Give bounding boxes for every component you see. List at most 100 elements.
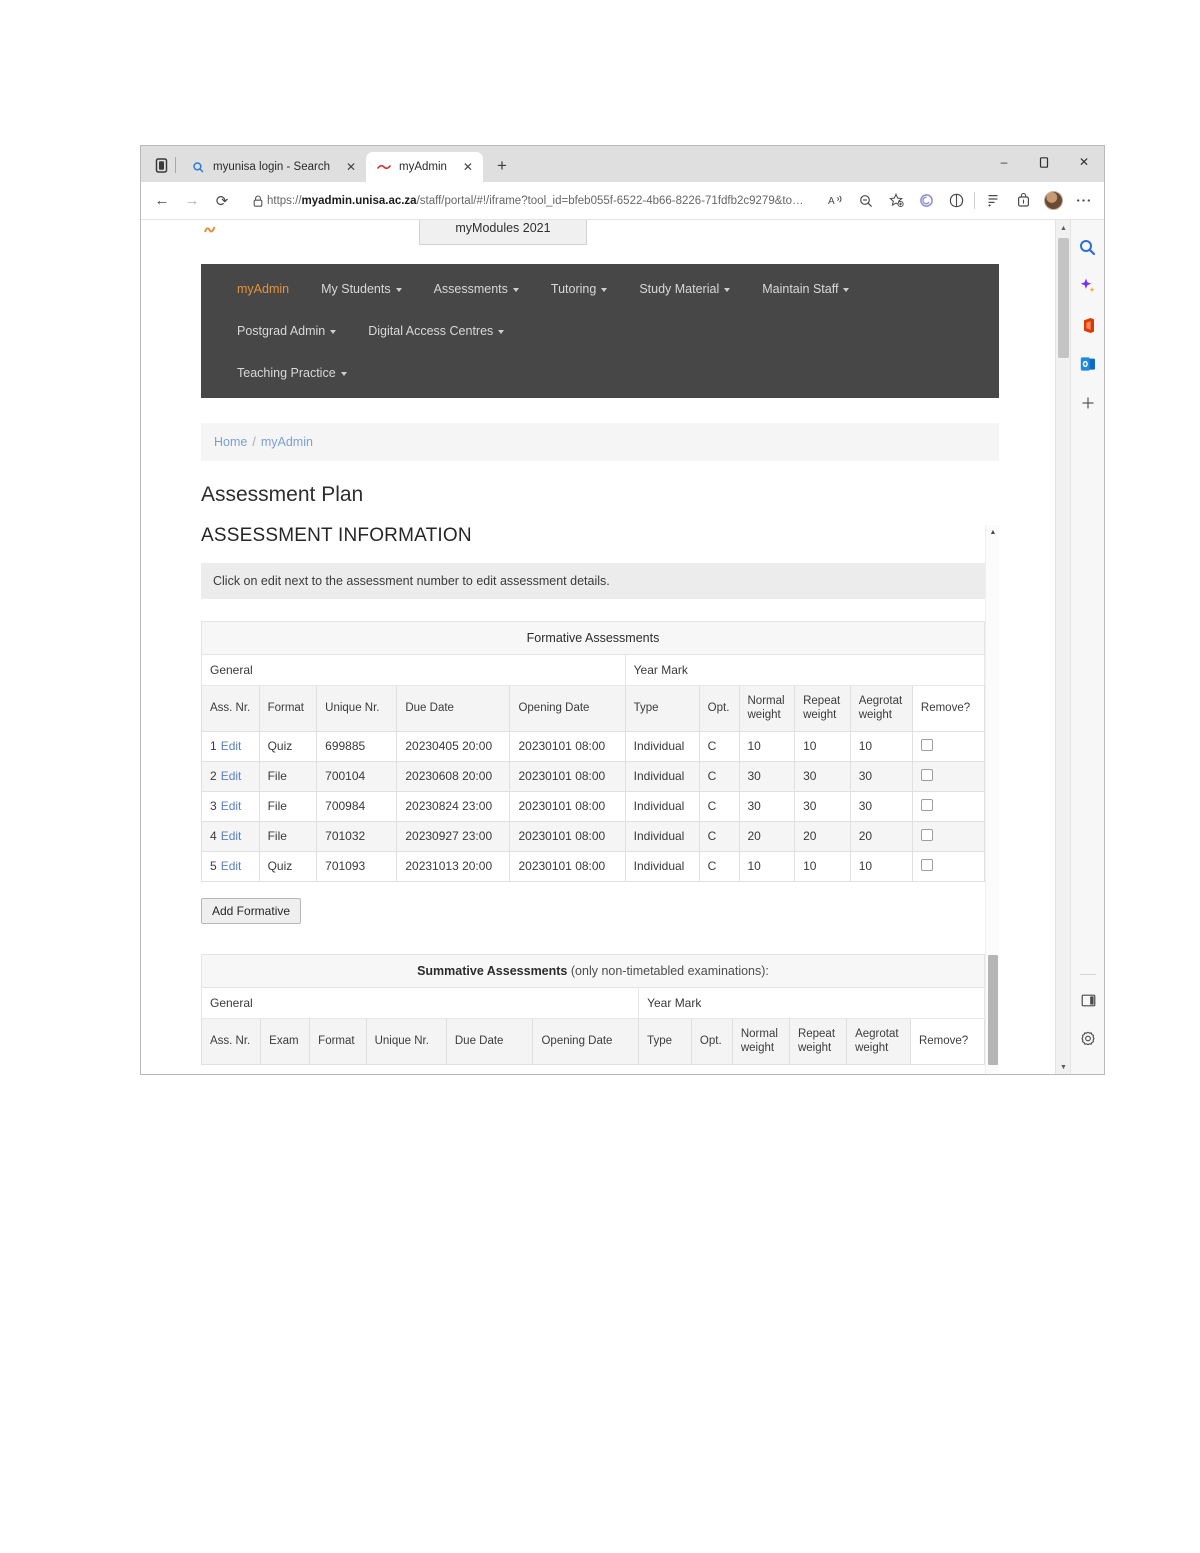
- breadcrumb: Home / myAdmin: [201, 423, 999, 461]
- edit-link[interactable]: Edit: [221, 799, 242, 813]
- settings-more-icon[interactable]: [1068, 186, 1098, 216]
- cell-format: Quiz: [258, 850, 318, 882]
- info-message: Click on edit next to the assessment num…: [201, 563, 985, 599]
- page-title: Assessment Plan: [201, 483, 364, 506]
- remove-checkbox[interactable]: [920, 828, 933, 841]
- zoom-out-icon[interactable]: [851, 186, 881, 216]
- edit-link[interactable]: Edit: [221, 829, 242, 843]
- split-screen-icon[interactable]: [941, 186, 971, 216]
- cell-opening-date: 20230101 08:00: [509, 730, 626, 762]
- tab-close-icon[interactable]: ✕: [459, 158, 477, 176]
- formative-assessments-table: Formative Assessments General Year Mark …: [201, 621, 986, 882]
- cell-remove: [911, 760, 986, 792]
- edit-link[interactable]: Edit: [221, 859, 242, 873]
- nav-item-tutoring[interactable]: Tutoring: [535, 268, 623, 310]
- add-tool-icon[interactable]: [1075, 390, 1101, 416]
- mymodules-button[interactable]: myModules 2021: [419, 220, 587, 245]
- sidebar-settings-icon[interactable]: [1075, 1026, 1101, 1052]
- cell-aegrotat-weight: 20: [849, 820, 913, 852]
- cell-aegrotat-weight: 30: [849, 760, 913, 792]
- breadcrumb-home[interactable]: Home: [214, 435, 247, 449]
- cell-opt: C: [698, 730, 740, 762]
- edge-sidebar: [1070, 220, 1104, 1074]
- remove-checkbox[interactable]: [920, 768, 933, 781]
- reload-button[interactable]: ⟳: [207, 186, 237, 216]
- col-ass-nr: Ass. Nr.: [201, 1017, 262, 1065]
- table-row: 1 Edit Quiz 699885 20230405 20:00 2023010…: [201, 730, 986, 762]
- search-icon: [190, 159, 206, 175]
- minimize-button[interactable]: –: [984, 146, 1024, 178]
- remove-checkbox[interactable]: [920, 858, 933, 871]
- browser-essentials-icon[interactable]: [1008, 186, 1038, 216]
- collapse-panel-icon[interactable]: [1075, 987, 1101, 1013]
- remove-checkbox[interactable]: [920, 738, 933, 751]
- extensions-icon[interactable]: [911, 186, 941, 216]
- cell-opt: C: [698, 820, 740, 852]
- cell-due-date: 20230927 23:00: [396, 820, 511, 852]
- address-bar[interactable]: https://myadmin.unisa.ac.za/staff/portal…: [241, 187, 817, 214]
- chevron-down-icon: [498, 329, 505, 334]
- breadcrumb-current[interactable]: myAdmin: [261, 435, 313, 449]
- nav-item-digital-access-centres[interactable]: Digital Access Centres: [352, 310, 520, 352]
- col-opt: Opt.: [690, 1017, 733, 1065]
- nav-item-study-material[interactable]: Study Material: [623, 268, 746, 310]
- add-formative-button[interactable]: Add Formative: [201, 897, 302, 924]
- col-remove: Remove?: [911, 685, 986, 732]
- browser-tab-0[interactable]: myunisa login - Search ✕: [180, 152, 366, 182]
- cell-aegrotat-weight: 10: [849, 850, 913, 882]
- close-button[interactable]: ✕: [1064, 146, 1104, 178]
- nav-item-my-students[interactable]: My Students: [305, 268, 417, 310]
- cell-remove: [911, 850, 986, 882]
- iframe-scrollbar[interactable]: ▲ ▼: [985, 525, 999, 1074]
- search-icon[interactable]: [1075, 234, 1101, 260]
- page-scrollbar[interactable]: ▲ ▼: [1055, 220, 1071, 1074]
- maximize-button[interactable]: [1024, 146, 1064, 178]
- tab-search-icon[interactable]: [147, 150, 175, 180]
- col-normal-weight: Normal weight: [738, 685, 796, 732]
- cell-ass-nr: 1 Edit: [201, 730, 260, 762]
- tab-close-icon[interactable]: ✕: [342, 158, 360, 176]
- col-aegrotat-weight: Aegrotat weight: [849, 685, 913, 732]
- cell-type: Individual: [624, 790, 700, 822]
- edit-link[interactable]: Edit: [221, 769, 242, 783]
- nav-item-maintain-staff[interactable]: Maintain Staff: [746, 268, 865, 310]
- office-icon[interactable]: [1075, 312, 1101, 338]
- iframe-scroll-up-arrow[interactable]: ▲: [986, 525, 999, 539]
- col-exam: Exam: [260, 1017, 311, 1065]
- chevron-down-icon: [340, 371, 347, 376]
- iframe-scroll-thumb[interactable]: [988, 955, 998, 1065]
- myadmin-favicon: [376, 159, 392, 175]
- cell-repeat-weight: 30: [794, 790, 851, 822]
- cell-format: File: [258, 820, 318, 852]
- new-tab-button[interactable]: +: [489, 153, 515, 179]
- group-year-mark: Year Mark: [624, 654, 986, 686]
- edit-link[interactable]: Edit: [221, 739, 242, 753]
- nav-label: myAdmin: [237, 282, 290, 296]
- add-favorite-icon[interactable]: [881, 186, 911, 216]
- nav-item-assessments[interactable]: Assessments: [418, 268, 535, 310]
- cell-unique-nr: 700104: [316, 760, 398, 792]
- back-button[interactable]: ←: [147, 186, 177, 216]
- tab-title: myunisa login - Search: [213, 161, 330, 173]
- cell-format: File: [258, 760, 318, 792]
- profile-avatar[interactable]: [1038, 186, 1068, 216]
- copilot-icon[interactable]: [1075, 273, 1101, 299]
- ass-nr-value: 4: [210, 829, 217, 844]
- page-scroll-down-arrow[interactable]: ▼: [1056, 1059, 1071, 1074]
- iframe-scroll-down-arrow[interactable]: ▼: [986, 1071, 999, 1074]
- browser-tab-1[interactable]: myAdmin ✕: [365, 152, 483, 182]
- remove-checkbox[interactable]: [920, 798, 933, 811]
- collections-icon[interactable]: [978, 186, 1008, 216]
- read-aloud-icon[interactable]: A: [821, 186, 851, 216]
- forward-button[interactable]: →: [177, 186, 207, 216]
- table-row: 3 Edit File 700984 20230824 23:00 2023010…: [201, 790, 986, 822]
- formative-header-row: Ass. Nr. Format Unique Nr. Due Date Open…: [201, 685, 986, 732]
- page-scroll-thumb[interactable]: [1058, 238, 1069, 358]
- col-unique-nr: Unique Nr.: [316, 685, 398, 732]
- page-scroll-up-arrow[interactable]: ▲: [1056, 220, 1071, 236]
- nav-item-postgrad-admin[interactable]: Postgrad Admin: [221, 310, 352, 352]
- nav-item-teaching-practice[interactable]: Teaching Practice: [221, 352, 363, 394]
- col-aegrotat-weight: Aegrotat weight: [846, 1017, 911, 1065]
- nav-item-myadmin[interactable]: myAdmin: [221, 268, 305, 310]
- outlook-icon[interactable]: [1075, 351, 1101, 377]
